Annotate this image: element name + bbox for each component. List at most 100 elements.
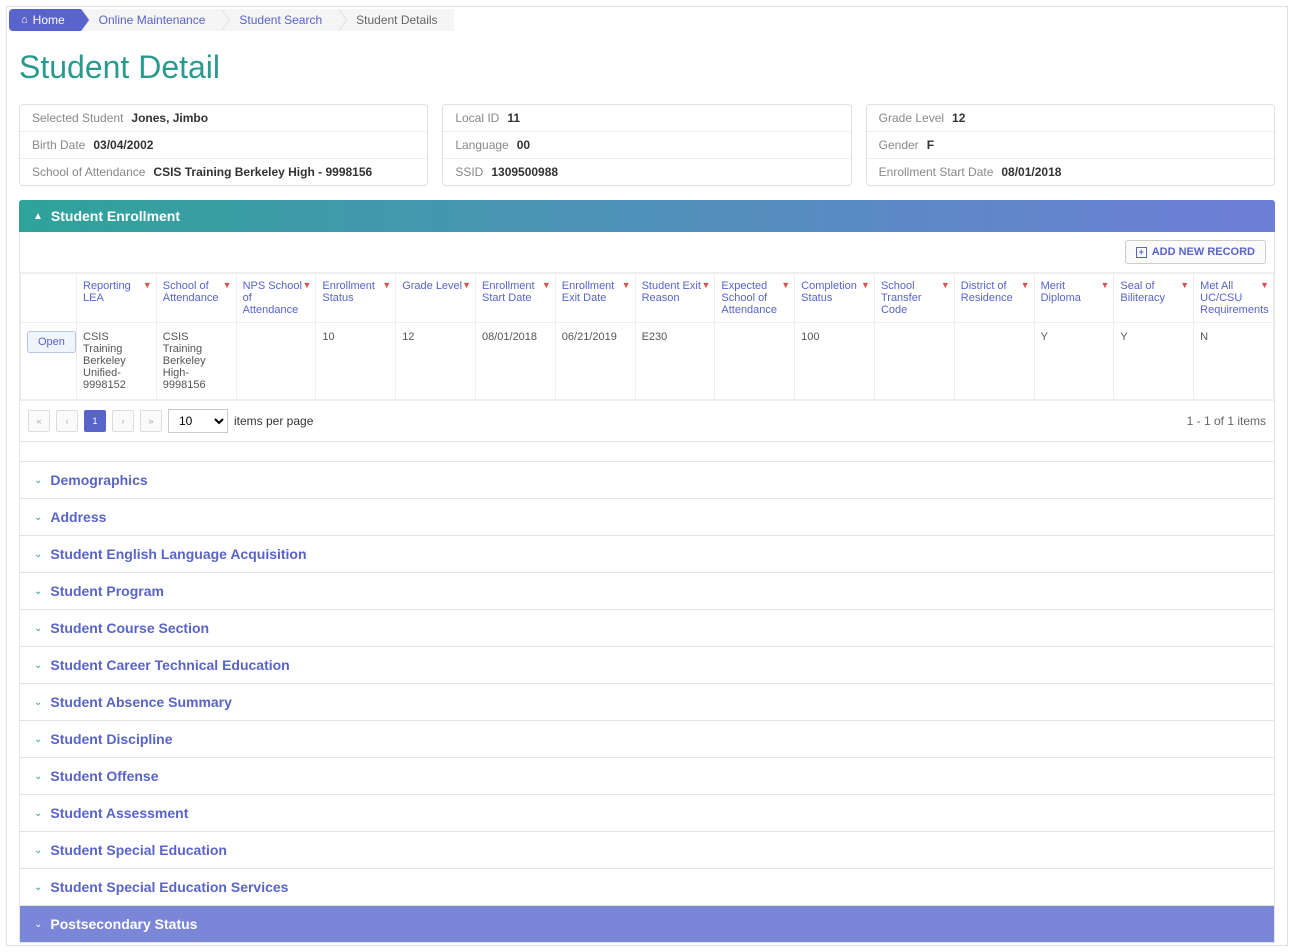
pager-last-button[interactable]: » [140,410,162,432]
column-header[interactable]: NPS School of Attendance▼ [236,274,316,323]
breadcrumb-item[interactable]: Student Search [221,9,338,31]
accordion-item[interactable]: ⌄Student Special Education Services [19,869,1275,906]
filter-icon[interactable]: ▼ [1021,280,1030,290]
column-label: Enrollment Start Date [482,280,535,304]
column-header[interactable]: District of Residence▼ [954,274,1034,323]
info-value: 11 [507,111,520,125]
column-header[interactable]: Met All UC/CSU Requirements▼ [1194,274,1274,323]
column-header[interactable]: Enrollment Exit Date ▼ [555,274,635,323]
column-header[interactable]: School Transfer Code▼ [874,274,954,323]
table-cell: 06/21/2019 [555,323,635,400]
accordion-label: Student Discipline [50,731,172,747]
chevron-down-icon: ⌄ [34,623,42,634]
chevron-down-icon: ⌄ [34,549,42,560]
info-item: Language 00 [443,132,850,159]
info-box-3: Grade Level12GenderFEnrollment Start Dat… [866,104,1275,186]
chevron-down-icon: ⌄ [34,808,42,819]
chevron-down-icon: ⌄ [34,697,42,708]
table-cell [236,323,316,400]
chevron-down-icon: ⌄ [34,919,42,930]
pager-page-size-select[interactable]: 10 [168,409,228,433]
filter-icon[interactable]: ▼ [223,280,232,290]
accordion-label: Student Course Section [50,620,209,636]
accordion-item[interactable]: ⌄ Student Offense [19,758,1275,795]
column-header[interactable]: School of Attendance▼ [156,274,236,323]
info-value: 00 [517,138,530,152]
info-item: Birth Date03/04/2002 [20,132,427,159]
pager-first-button[interactable]: « [28,410,50,432]
table-cell: 100 [795,323,875,400]
filter-icon[interactable]: ▼ [861,280,870,290]
filter-icon[interactable]: ▼ [1100,280,1109,290]
filter-icon[interactable]: ▼ [1260,280,1269,290]
chevron-down-icon: ⌄ [34,512,42,523]
info-item: Grade Level 12 [867,105,1274,132]
open-button[interactable]: Open [27,331,76,353]
column-header[interactable]: Merit Diploma ▼ [1034,274,1114,323]
info-label: Grade Level [879,111,944,125]
accordion-label: Student Career Technical Education [50,657,289,673]
column-label: Merit Diploma [1041,280,1081,304]
column-header[interactable]: Reporting LEA ▼ [77,274,157,323]
column-header[interactable]: Completion Status▼ [795,274,875,323]
pager: « ‹ 1 › » 10 items per page 1 - 1 of 1 i… [20,400,1274,441]
info-value: Jones, Jimbo [131,111,208,125]
accordion-item[interactable]: ⌄ Postsecondary Status [19,906,1275,943]
filter-icon[interactable]: ▼ [941,280,950,290]
filter-icon[interactable]: ▼ [462,280,471,290]
info-value: 12 [952,111,965,125]
accordion-label: Student Program [50,583,164,599]
add-new-record-button[interactable]: + ADD NEW RECORD [1125,240,1266,264]
breadcrumb-label: Student Details [356,13,437,27]
accordion-label: Student Special Education [50,842,227,858]
filter-icon[interactable]: ▼ [542,280,551,290]
chevron-down-icon: ⌄ [34,734,42,745]
column-label: Enrollment Exit Date [562,280,615,304]
column-header[interactable]: Grade Level▼ [396,274,476,323]
column-header[interactable]: Student Exit Reason▼ [635,274,715,323]
filter-icon[interactable]: ▼ [1180,280,1189,290]
accordion-item[interactable]: ⌄ Student Discipline [19,721,1275,758]
info-box-2: Local ID11Language00SSID1309500988 [442,104,851,186]
accordion-item[interactable]: ⌄Student English Language Acquisition [19,536,1275,573]
column-header[interactable]: Expected School of Attendance ▼ [715,274,795,323]
accordion-item[interactable]: ⌄ Address [19,499,1275,536]
pager-page-1-button[interactable]: 1 [84,410,106,432]
accordion-item[interactable]: ⌄Student Program [19,573,1275,610]
accordion-item[interactable]: ⌄Student Special Education [19,832,1275,869]
column-header[interactable]: Enrollment Status▼ [316,274,396,323]
pager-prev-button[interactable]: ‹ [56,410,78,432]
table-cell: CSIS Training Berkeley High-9998156 [156,323,236,400]
filter-icon[interactable]: ▼ [382,280,391,290]
accordion-label: Student Offense [50,768,158,784]
accordion-item[interactable]: ⌄ Student Course Section [19,610,1275,647]
accordion-item[interactable]: ⌄Demographics [19,462,1275,499]
breadcrumb-item[interactable]: Online Maintenance [81,9,222,31]
breadcrumb-item[interactable]: ⌂Home [9,9,81,31]
info-value: 08/01/2018 [1001,165,1061,179]
accordion-label: Postsecondary Status [50,916,197,932]
accordion-item[interactable]: ⌄Student Absence Summary [19,684,1275,721]
pager-next-button[interactable]: › [112,410,134,432]
section-title: Student Enrollment [51,208,180,224]
filter-icon[interactable]: ▼ [622,280,631,290]
column-label: Reporting LEA [83,280,131,304]
column-header[interactable]: Seal of Biliteracy▼ [1114,274,1194,323]
section-student-enrollment[interactable]: ▲ Student Enrollment [19,200,1275,232]
filter-icon[interactable]: ▼ [701,280,710,290]
chevron-down-icon: ⌄ [34,771,42,782]
accordion-label: Address [50,509,106,525]
accordion-item[interactable]: ⌄Student Assessment [19,795,1275,832]
column-label: Expected School of Attendance [721,280,777,316]
info-label: School of Attendance [32,165,145,179]
column-header[interactable]: Enrollment Start Date ▼ [475,274,555,323]
table-cell: 08/01/2018 [475,323,555,400]
accordion-item[interactable]: ⌄Student Career Technical Education [19,647,1275,684]
info-value: 03/04/2002 [93,138,153,152]
info-value: F [927,138,934,152]
info-label: Language [455,138,508,152]
filter-icon[interactable]: ▼ [143,280,152,290]
filter-icon[interactable]: ▼ [781,280,790,290]
filter-icon[interactable]: ▼ [302,280,311,290]
info-item: SSID1309500988 [443,159,850,185]
